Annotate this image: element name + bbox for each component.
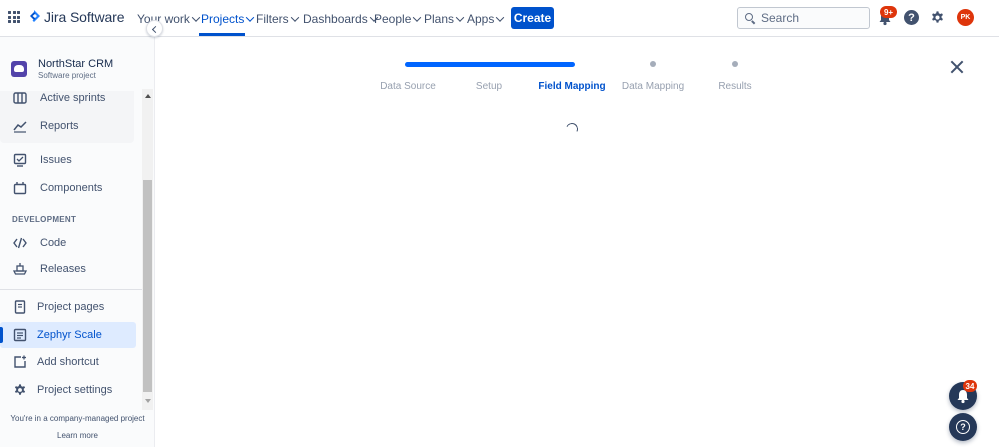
releases-icon — [13, 263, 27, 275]
sidebar-item-label: Components — [40, 182, 103, 194]
sidebar-item-project-pages[interactable]: Project pages — [0, 294, 136, 320]
board-icon — [13, 92, 27, 104]
sidebar-divider — [0, 289, 142, 290]
issues-icon — [13, 153, 27, 167]
search-input[interactable]: Search — [737, 7, 870, 29]
project-type: Software project — [38, 71, 96, 80]
gear-icon — [14, 384, 26, 395]
chevron-down-icon — [191, 13, 201, 22]
nav-filters[interactable]: Filters — [256, 12, 299, 26]
sidebar-footer: You're in a company-managed project Lear… — [0, 411, 155, 440]
create-button[interactable]: Create — [511, 7, 554, 29]
active-nav-indicator — [199, 33, 245, 36]
sidebar-item-project-settings[interactable]: Project settings — [0, 377, 136, 403]
jira-logo-icon — [30, 10, 40, 22]
sidebar-item-add-shortcut[interactable]: Add shortcut — [0, 349, 136, 375]
nav-apps[interactable]: Apps — [467, 12, 505, 26]
sidebar-item-label: Reports — [40, 120, 79, 132]
development-heading: DEVELOPMENT — [12, 215, 77, 224]
step-field-mapping: Field Mapping — [538, 81, 606, 92]
project-sidebar: NorthStar CRM Software project Active sp… — [0, 37, 155, 447]
scrollbar-thumb[interactable] — [143, 180, 152, 392]
selected-item-indicator — [0, 327, 3, 343]
sidebar-item-label: Releases — [40, 263, 86, 275]
nav-plans[interactable]: Plans — [424, 12, 465, 26]
sidebar-item-label: Code — [40, 237, 67, 249]
nav-people[interactable]: People — [374, 12, 422, 26]
nav-projects[interactable]: Projects — [201, 12, 255, 26]
footer-text: You're in a company-managed project — [10, 414, 145, 423]
code-icon — [13, 237, 27, 249]
sidebar-scrollbar[interactable] — [142, 89, 153, 410]
components-icon — [13, 182, 27, 195]
notification-badge: 9+ — [880, 6, 897, 18]
chevron-down-icon — [413, 13, 422, 22]
sidebar-scroll-area: Active sprints Reports Issues Components… — [0, 91, 142, 407]
jira-logo[interactable]: Jira Software — [28, 9, 125, 25]
chevron-down-icon — [496, 13, 505, 22]
pages-icon — [14, 300, 26, 314]
collapse-sidebar-button[interactable] — [146, 20, 163, 37]
sidebar-item-label: Project pages — [37, 301, 105, 313]
project-header[interactable]: NorthStar CRM Software project — [0, 37, 142, 91]
nav-label: Your work — [137, 12, 190, 26]
help-icon[interactable]: ? — [904, 10, 919, 25]
nav-label: Filters — [256, 12, 289, 26]
scroll-up-arrow-icon[interactable] — [145, 94, 151, 98]
nav-label: Projects — [201, 12, 245, 26]
sidebar-item-label: Active sprints — [40, 92, 106, 104]
reports-icon — [13, 121, 27, 133]
scroll-down-arrow-icon[interactable] — [145, 399, 151, 403]
close-icon[interactable] — [950, 60, 964, 74]
sidebar-item-reports[interactable]: Reports — [0, 113, 136, 139]
nav-label: Dashboards — [303, 12, 368, 26]
wizard-progress-bar — [405, 62, 575, 67]
floating-notification-badge: 34 — [963, 380, 977, 392]
sidebar-item-issues[interactable]: Issues — [0, 147, 136, 173]
sidebar-item-label: Issues — [40, 154, 72, 166]
step-dot — [732, 61, 738, 67]
step-setup: Setup — [475, 81, 503, 92]
zephyr-icon — [13, 328, 27, 342]
product-name: Jira Software — [44, 9, 125, 25]
chevron-down-icon — [246, 13, 255, 22]
step-data-mapping: Data Mapping — [621, 81, 685, 92]
sidebar-item-releases[interactable]: Releases — [0, 256, 136, 282]
nav-label: People — [374, 12, 412, 26]
search-icon — [745, 13, 755, 23]
settings-gear-icon[interactable] — [930, 10, 945, 25]
project-avatar-icon — [11, 61, 27, 77]
nav-label: Apps — [467, 12, 495, 26]
chevron-down-icon — [455, 13, 465, 22]
add-shortcut-icon — [14, 355, 26, 368]
sidebar-item-label: Add shortcut — [37, 356, 99, 368]
step-results: Results — [718, 81, 752, 92]
sidebar-item-zephyr-scale[interactable]: Zephyr Scale — [0, 322, 136, 348]
user-avatar[interactable]: PK — [957, 9, 974, 26]
import-wizard-stepper: Data Source Setup Field Mapping Data Map… — [368, 58, 768, 98]
learn-more-link[interactable]: Learn more — [0, 431, 155, 440]
nav-dashboards[interactable]: Dashboards — [303, 12, 378, 26]
search-placeholder: Search — [761, 11, 800, 25]
sidebar-item-components[interactable]: Components — [0, 175, 136, 201]
sidebar-item-code[interactable]: Code — [0, 230, 136, 256]
floating-help-button[interactable]: ? — [949, 413, 977, 441]
project-name: NorthStar CRM — [38, 58, 114, 70]
nav-label: Plans — [424, 12, 455, 26]
sidebar-item-label: Project settings — [37, 384, 113, 396]
help-icon: ? — [956, 420, 970, 434]
app-switcher-icon[interactable] — [8, 11, 20, 23]
loading-spinner-icon — [564, 121, 580, 137]
sidebar-item-label: Zephyr Scale — [37, 329, 102, 341]
step-data-source: Data Source — [380, 81, 436, 92]
step-dot — [650, 61, 656, 67]
sidebar-item-active-sprints[interactable]: Active sprints — [0, 85, 136, 111]
chevron-down-icon — [290, 13, 299, 22]
